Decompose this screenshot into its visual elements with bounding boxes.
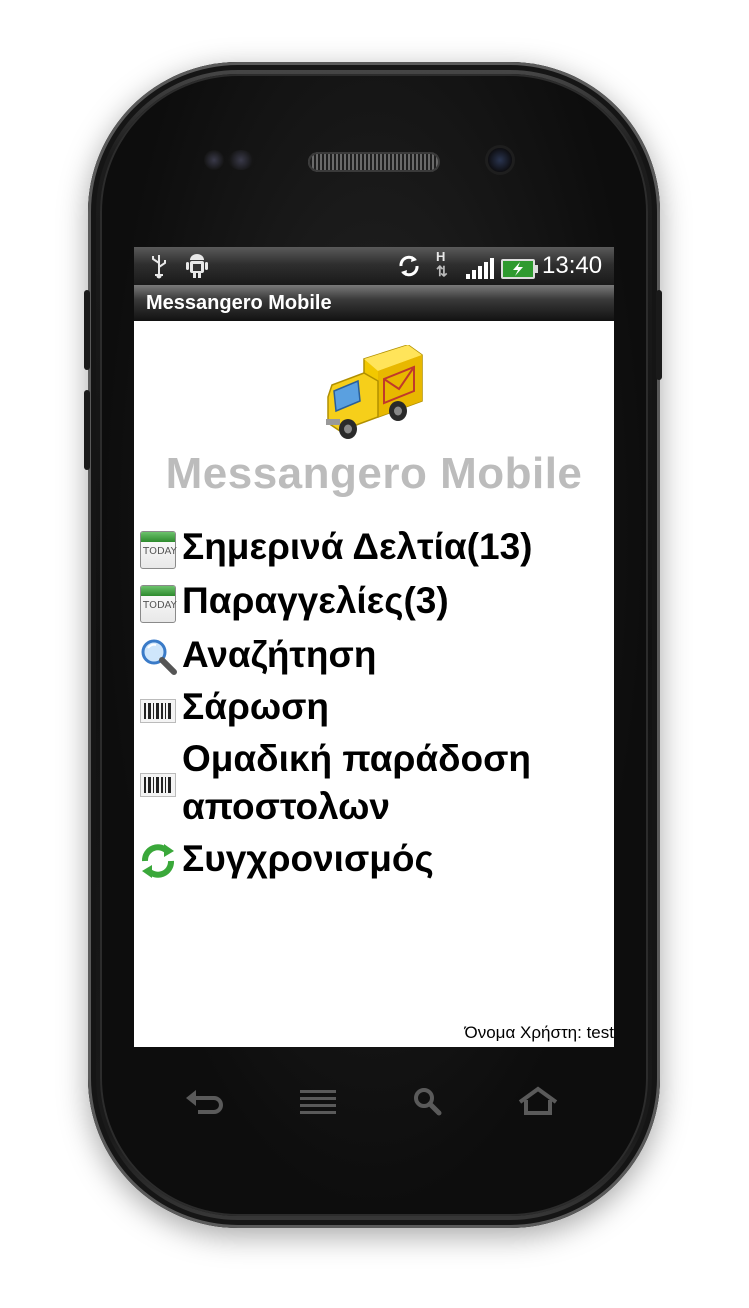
username-label: Όνομα Χρήστη: test bbox=[464, 1023, 614, 1042]
menu-item-orders[interactable]: TODAY Παραγγελίες(3) bbox=[134, 577, 614, 625]
light-sensor bbox=[228, 150, 254, 170]
menu-item-group-delivery[interactable]: Ομαδική παράδοση αποστολων bbox=[134, 735, 614, 831]
menu-item-scan[interactable]: Σάρωση bbox=[134, 683, 614, 731]
home-icon[interactable] bbox=[516, 1086, 558, 1116]
power-button[interactable] bbox=[656, 290, 662, 380]
back-icon[interactable] bbox=[184, 1086, 224, 1116]
menu-item-label: Αναζήτηση bbox=[182, 634, 377, 675]
menu-item-search[interactable]: Αναζήτηση bbox=[134, 631, 614, 679]
calendar-today-icon: TODAY bbox=[138, 529, 178, 571]
search-icon[interactable] bbox=[408, 1086, 448, 1116]
sync-icon bbox=[138, 841, 178, 883]
barcode-icon bbox=[138, 689, 178, 731]
main-content: Messangero Mobile TODAY Σημερινά Δελτία(… bbox=[134, 323, 614, 1047]
barcode-icon bbox=[138, 763, 178, 805]
app-title: Messangero Mobile bbox=[165, 449, 583, 498]
search-icon bbox=[138, 637, 178, 679]
delivery-truck-icon bbox=[322, 344, 426, 443]
earpiece-speaker bbox=[308, 152, 440, 172]
menu-item-label: Ομαδική παράδοση αποστολων bbox=[182, 738, 532, 827]
menu-item-label: Σάρωση bbox=[182, 686, 330, 727]
calendar-today-icon: TODAY bbox=[138, 583, 178, 625]
hspa-icon: H ⇅ bbox=[436, 249, 448, 279]
screen: H ⇅ 13:40 Messangero Mobile Messangero M… bbox=[134, 247, 614, 1047]
menu-item-label: Παραγγελίες(3) bbox=[182, 580, 449, 621]
proximity-sensor bbox=[204, 150, 224, 170]
menu-item-sync[interactable]: Συγχρονισμός bbox=[134, 835, 614, 883]
menu-icon[interactable] bbox=[298, 1086, 338, 1116]
menu-item-today-slips[interactable]: TODAY Σημερινά Δελτία(13) bbox=[134, 523, 614, 571]
menu-item-label: Συγχρονισμός bbox=[182, 838, 434, 879]
battery-icon bbox=[501, 259, 538, 279]
signal-icon bbox=[466, 257, 494, 279]
front-camera bbox=[488, 148, 512, 172]
volume-down-button[interactable] bbox=[84, 390, 90, 470]
status-time: 13:40 bbox=[542, 252, 603, 279]
menu-item-label: Σημερινά Δελτία(13) bbox=[182, 526, 533, 567]
volume-up-button[interactable] bbox=[84, 290, 90, 370]
network-type-label: H bbox=[436, 249, 446, 264]
app-title-bar: Messangero Mobile bbox=[134, 285, 614, 321]
status-bar: H ⇅ 13:40 bbox=[134, 247, 614, 285]
